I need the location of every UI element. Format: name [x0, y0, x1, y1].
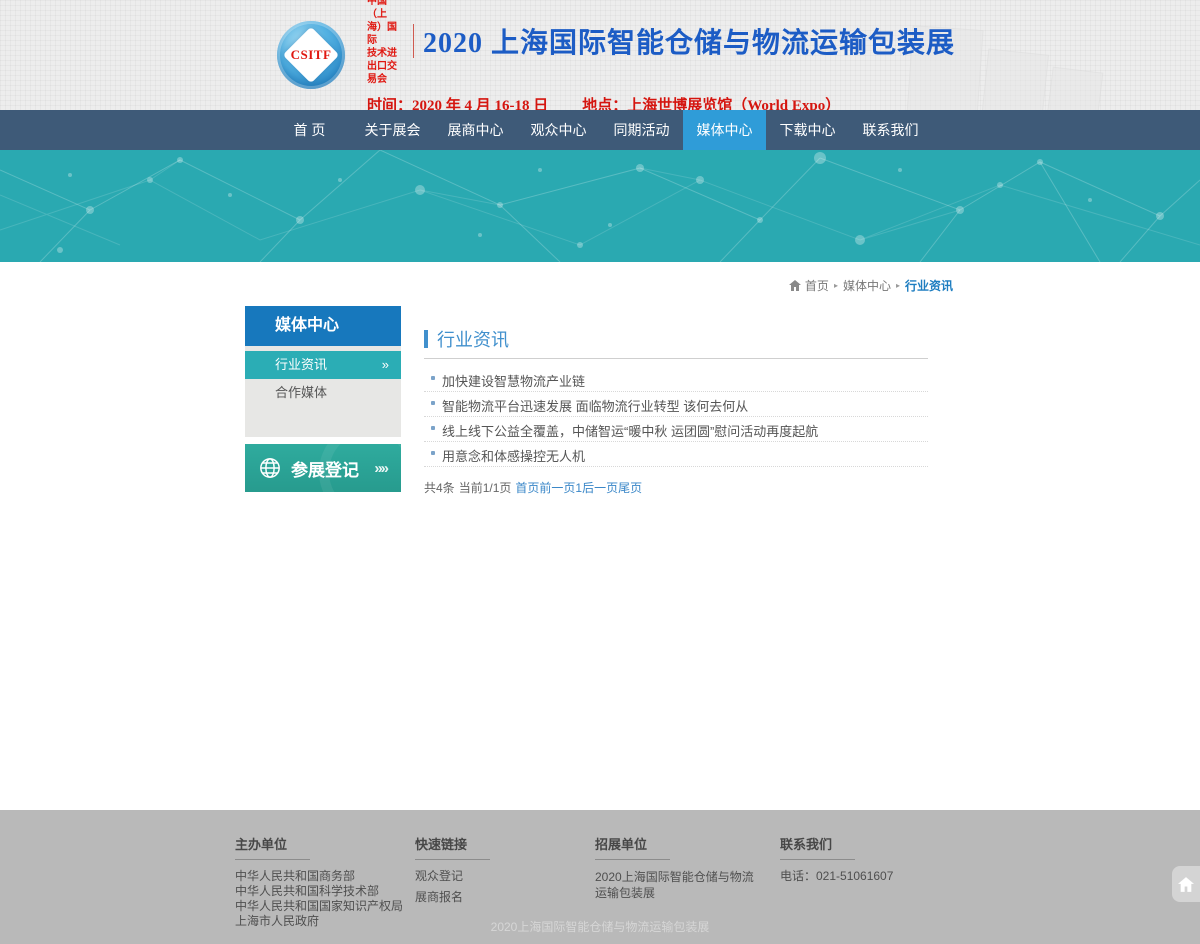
sidebar-item-partner-media[interactable]: 合作媒体 — [245, 379, 401, 407]
hero-banner — [0, 150, 1200, 262]
bullet-icon — [431, 451, 435, 455]
pagination-first[interactable]: 首页 — [515, 479, 539, 496]
footer-title-underline — [595, 859, 670, 860]
news-item[interactable]: 用意念和体感操控无人机 — [424, 442, 928, 467]
exhibitor-register-button[interactable]: 参展登记 »» — [245, 444, 401, 492]
nav-item-exhibitor[interactable]: 展商中心 — [434, 110, 517, 150]
exhibition-name: 2020上海国际智能仓储与物流运输包装展 — [595, 869, 763, 901]
heading-divider — [424, 358, 928, 359]
contact-phone: 电话：021-51061607 — [780, 869, 960, 884]
pagination-next[interactable]: 后一页 — [582, 479, 618, 496]
organizer-entry: 中华人民共和国科学技术部 — [235, 884, 415, 899]
pagination-current: 当前1/1页 — [459, 479, 512, 496]
csitf-logo: CSITF — [277, 21, 345, 89]
footer-col-title: 主办单位 — [235, 834, 415, 853]
logo-text: CSITF — [291, 47, 332, 63]
organizer-entry: 中华人民共和国商务部 — [235, 869, 415, 884]
home-icon — [1178, 877, 1194, 892]
sidebar-menu: 行业资讯 » 合作媒体 — [245, 346, 401, 437]
organizer-name: 中国（上海）国际 技术进出口交易会 — [367, 0, 401, 86]
sidebar-title: 媒体中心 — [245, 306, 401, 346]
breadcrumb-separator-icon: ▸ — [896, 281, 900, 290]
network-pattern — [0, 150, 1200, 262]
footer-col-organizers: 主办单位 中华人民共和国商务部 中华人民共和国科学技术部 中华人民共和国国家知识… — [235, 834, 415, 929]
nav-item-download[interactable]: 下载中心 — [766, 110, 849, 150]
news-item[interactable]: 加快建设智慧物流产业链 — [424, 367, 928, 392]
main-nav: 首 页 关于展会 展商中心 观众中心 同期活动 媒体中心 下载中心 联系我们 — [0, 110, 1200, 150]
organizer-entry: 中华人民共和国国家知识产权局 — [235, 899, 415, 914]
event-info: 时间：2020 年 4 月 16-18 日 地点：上海世博展览馆（World Ex… — [367, 94, 955, 110]
news-list: 加快建设智慧物流产业链 智能物流平台迅速发展 面临物流行业转型 该何去何从 线上… — [424, 367, 928, 467]
breadcrumb-separator-icon: ▸ — [834, 281, 838, 290]
footer-link-exhibitor-apply[interactable]: 展商报名 — [415, 890, 595, 905]
nav-item-about[interactable]: 关于展会 — [351, 110, 434, 150]
footer-col-exhibition: 招展单位 2020上海国际智能仓储与物流运输包装展 — [595, 834, 780, 929]
footer-col-title: 招展单位 — [595, 834, 780, 853]
nav-item-media[interactable]: 媒体中心 — [683, 110, 766, 150]
main-panel: 行业资讯 加快建设智慧物流产业链 智能物流平台迅速发展 面临物流行业转型 该何去… — [424, 306, 955, 496]
sidebar-item-industry-news[interactable]: 行业资讯 » — [245, 351, 401, 379]
nav-item-home[interactable]: 首 页 — [268, 110, 351, 150]
double-chevron-icon: »» — [374, 460, 387, 477]
nav-item-visitor[interactable]: 观众中心 — [517, 110, 600, 150]
news-item[interactable]: 智能物流平台迅速发展 面临物流行业转型 该何去何从 — [424, 392, 928, 417]
footer-col-contact: 联系我们 电话：021-51061607 — [780, 834, 960, 929]
pagination-page-1[interactable]: 1 — [575, 481, 582, 495]
news-item[interactable]: 线上线下公益全覆盖，中储智运“暖中秋 运团圆”慰问活动再度起航 — [424, 417, 928, 442]
globe-icon — [259, 457, 281, 479]
pagination: 共4条 当前1/1页 首页 前一页 1 后一页 尾页 — [424, 479, 928, 496]
footer-col-title: 快速链接 — [415, 834, 595, 853]
section-title: 行业资讯 — [437, 326, 509, 352]
site-header: CSITF 中国（上海）国际 技术进出口交易会 2020 上海国际智能仓储与物流… — [0, 0, 1200, 110]
heading-accent-bar — [424, 330, 428, 348]
pagination-total: 共4条 — [424, 479, 455, 496]
footer-title-underline — [235, 859, 310, 860]
chevron-right-icon: » — [382, 351, 389, 379]
register-label: 参展登记 — [291, 456, 359, 481]
breadcrumb-current: 行业资讯 — [905, 277, 953, 294]
home-icon — [789, 280, 801, 291]
section-heading: 行业资讯 — [424, 329, 928, 349]
breadcrumb: 首页 ▸ 媒体中心 ▸ 行业资讯 — [245, 262, 955, 306]
pagination-last[interactable]: 尾页 — [618, 479, 642, 496]
page-content: 首页 ▸ 媒体中心 ▸ 行业资讯 媒体中心 行业资讯 » 合作媒体 — [0, 262, 1200, 810]
footer-link-visitor-register[interactable]: 观众登记 — [415, 869, 595, 884]
bullet-icon — [431, 426, 435, 430]
sidebar: 媒体中心 行业资讯 » 合作媒体 — [245, 306, 401, 492]
event-schedule: 时间：2020 年 4 月 16-18 日 — [367, 98, 548, 110]
pagination-prev[interactable]: 前一页 — [539, 479, 575, 496]
footer-title-underline — [415, 859, 490, 860]
footer-col-quick-links: 快速链接 观众登记 展商报名 — [415, 834, 595, 929]
event-venue: 地点：上海世博展览馆（World Expo） — [582, 98, 840, 110]
footer-title-underline — [780, 859, 855, 860]
bullet-icon — [431, 376, 435, 380]
copyright-text: 2020上海国际智能仓储与物流运输包装展 — [0, 918, 1200, 935]
site-footer: 主办单位 中华人民共和国商务部 中华人民共和国科学技术部 中华人民共和国国家知识… — [0, 810, 1200, 944]
nav-item-contact[interactable]: 联系我们 — [849, 110, 932, 150]
breadcrumb-section[interactable]: 媒体中心 — [843, 277, 891, 294]
back-to-home-button[interactable] — [1172, 866, 1200, 902]
nav-item-events[interactable]: 同期活动 — [600, 110, 683, 150]
footer-col-title: 联系我们 — [780, 834, 960, 853]
breadcrumb-home[interactable]: 首页 — [805, 277, 829, 294]
bullet-icon — [431, 401, 435, 405]
site-title: 2020 上海国际智能仓储与物流运输包装展 — [423, 21, 955, 61]
